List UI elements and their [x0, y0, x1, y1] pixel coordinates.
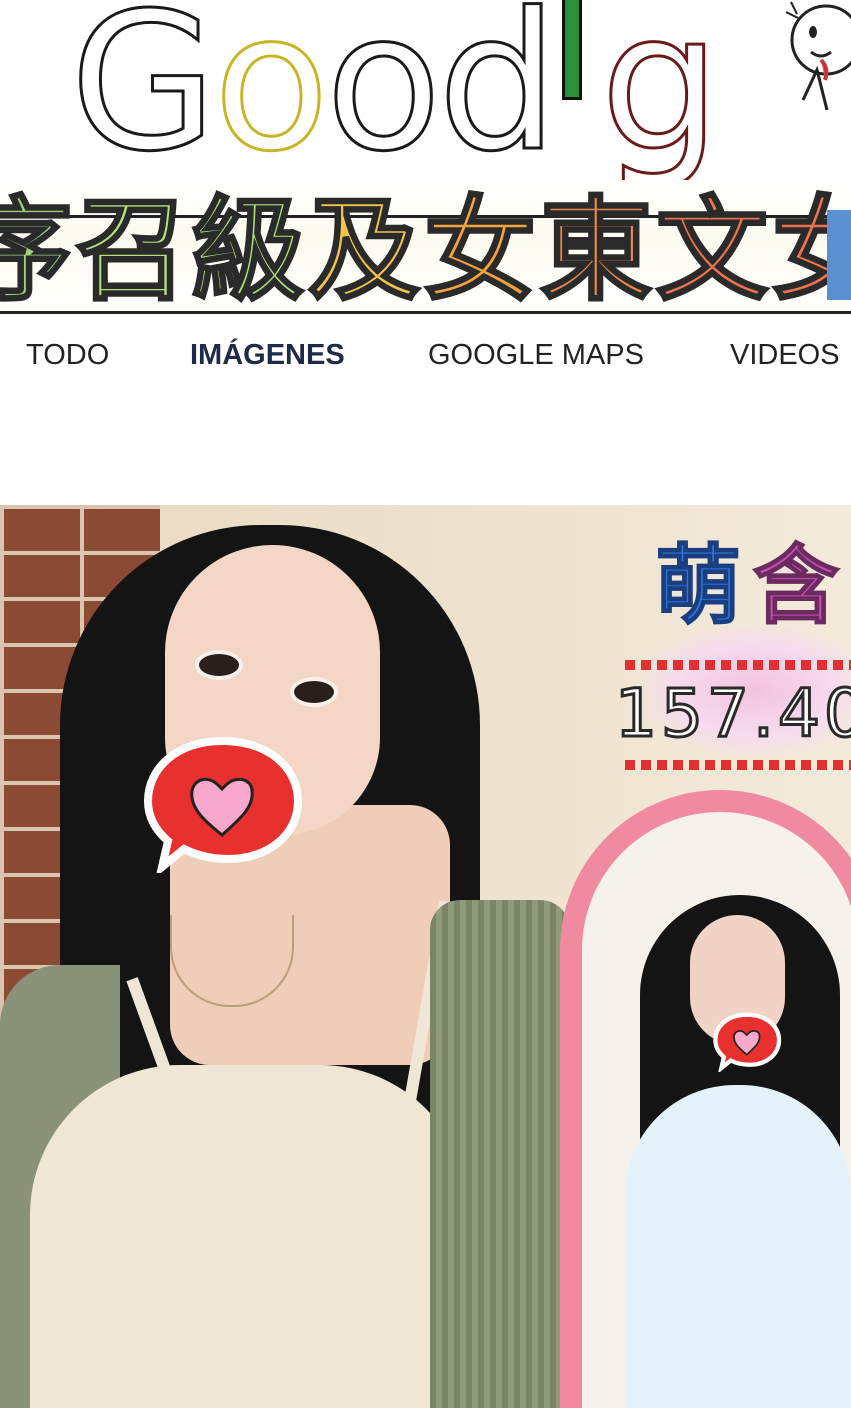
banner-char: 及 — [307, 185, 424, 318]
promo-banner: 序召級及女東文女示 — [0, 180, 851, 320]
logo-letter: g — [599, 0, 723, 193]
search-logo[interactable]: Good g — [68, 0, 723, 193]
tab-imagenes[interactable]: IMÁGENES — [190, 339, 345, 372]
banner-edge-block — [827, 210, 851, 300]
heart-speech-bubble-icon — [143, 736, 303, 873]
tab-videos[interactable]: VIDEOS — [730, 339, 840, 372]
banner-divider — [0, 311, 851, 314]
title-char: 萌 — [654, 535, 753, 637]
overlay-title-text: 萌含 — [654, 515, 851, 640]
tab-google-maps[interactable]: GOOGLE MAPS — [428, 339, 644, 372]
search-tabs: TODO IMÁGENES GOOGLE MAPS VIDEOS — [0, 325, 851, 389]
logo-letter: G — [68, 0, 218, 193]
logo-letter: d — [436, 0, 560, 193]
inset-person-top — [625, 1085, 851, 1408]
banner-char: 女 — [423, 185, 540, 318]
heart-speech-bubble-icon — [713, 1012, 782, 1072]
banner-char: 文 — [655, 185, 772, 318]
eye — [195, 650, 243, 680]
banner-char: 召 — [75, 185, 192, 318]
title-char: 含 — [752, 535, 851, 637]
logo-area: Good g — [0, 0, 851, 180]
dashed-divider — [625, 760, 851, 770]
banner-char: 序 — [0, 185, 76, 318]
overlay-stats: 157.40 — [614, 674, 851, 754]
logo-letter: o — [324, 0, 443, 193]
banner-char: 級 — [191, 185, 308, 318]
logo-letter: o — [212, 0, 331, 193]
banner-text: 序召級及女東文女示 — [0, 185, 851, 318]
banner-char: 東 — [539, 185, 656, 318]
image-overlay-title: 萌含 157.40 — [614, 505, 851, 805]
image-result[interactable]: 萌含 157.40 — [0, 505, 851, 1408]
dashed-divider — [625, 660, 851, 670]
mascot-doodle-icon — [785, 1, 851, 111]
cardigan-right — [430, 900, 570, 1408]
eye — [290, 677, 338, 707]
tab-todo[interactable]: TODO — [26, 339, 109, 372]
logo-letter-bar — [562, 0, 583, 100]
